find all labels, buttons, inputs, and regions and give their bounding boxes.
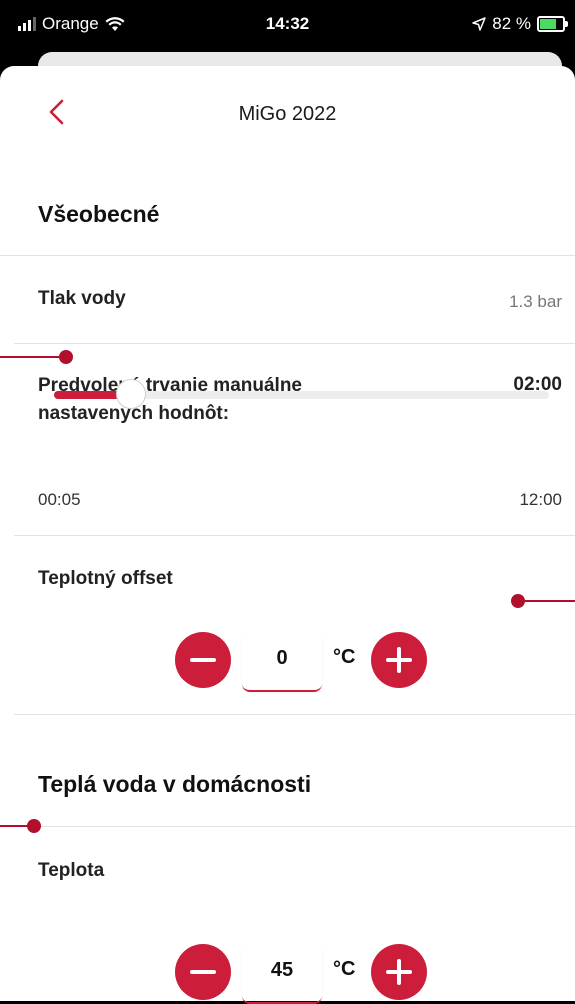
slider-min-label: 00:05	[38, 490, 81, 509]
battery-level	[540, 19, 556, 29]
annotation-dot	[27, 819, 41, 833]
annotation-line	[520, 600, 575, 602]
water-pressure-value: 1.3 bar	[509, 292, 562, 311]
water-pressure-label: Tlak vody	[38, 288, 126, 309]
hot-water-temperature-input[interactable]: 45	[242, 942, 322, 1004]
duration-slider[interactable]	[54, 379, 549, 409]
divider	[14, 343, 575, 344]
location-arrow-icon	[472, 17, 486, 31]
temp-offset-decrease-button[interactable]	[175, 632, 231, 688]
temp-offset-increase-button[interactable]	[371, 632, 427, 688]
temp-offset-label: Teplotný offset	[38, 568, 173, 589]
battery-percent: 82 %	[492, 14, 531, 33]
settings-sheet: MiGo 2022 Všeobecné Tlak vody 1.3 bar Pr…	[0, 66, 575, 1004]
temp-offset-unit: °C	[333, 646, 356, 668]
slider-thumb[interactable]	[116, 379, 146, 409]
minus-icon	[190, 970, 216, 974]
status-bar: Orange 14:32 82 %	[0, 0, 575, 48]
navigation-bar: MiGo 2022	[0, 66, 575, 162]
annotation-line	[0, 356, 62, 358]
minus-icon	[190, 658, 216, 662]
plus-icon-vertical	[397, 959, 401, 985]
status-right: 82 %	[472, 14, 568, 34]
divider	[14, 535, 575, 536]
divider	[14, 826, 575, 827]
hot-water-temperature-unit: °C	[333, 958, 356, 980]
section-title-general: Všeobecné	[38, 201, 160, 227]
temp-offset-input[interactable]: 0	[242, 630, 322, 692]
hot-water-increase-button[interactable]	[371, 944, 427, 1000]
hot-water-temperature-stepper: 45 °C	[175, 944, 427, 1004]
divider	[14, 714, 575, 715]
hot-water-temperature-label: Teplota	[38, 860, 105, 881]
slider-max-label: 12:00	[519, 490, 562, 509]
divider	[0, 255, 575, 256]
hot-water-decrease-button[interactable]	[175, 944, 231, 1000]
page-title: MiGo 2022	[238, 103, 337, 125]
section-title-hot-water: Teplá voda v domácnosti	[38, 771, 312, 797]
temp-offset-stepper: 0 °C	[175, 632, 427, 692]
battery-charging-icon	[537, 16, 568, 32]
annotation-dot	[59, 350, 73, 364]
plus-icon-vertical	[397, 647, 401, 673]
